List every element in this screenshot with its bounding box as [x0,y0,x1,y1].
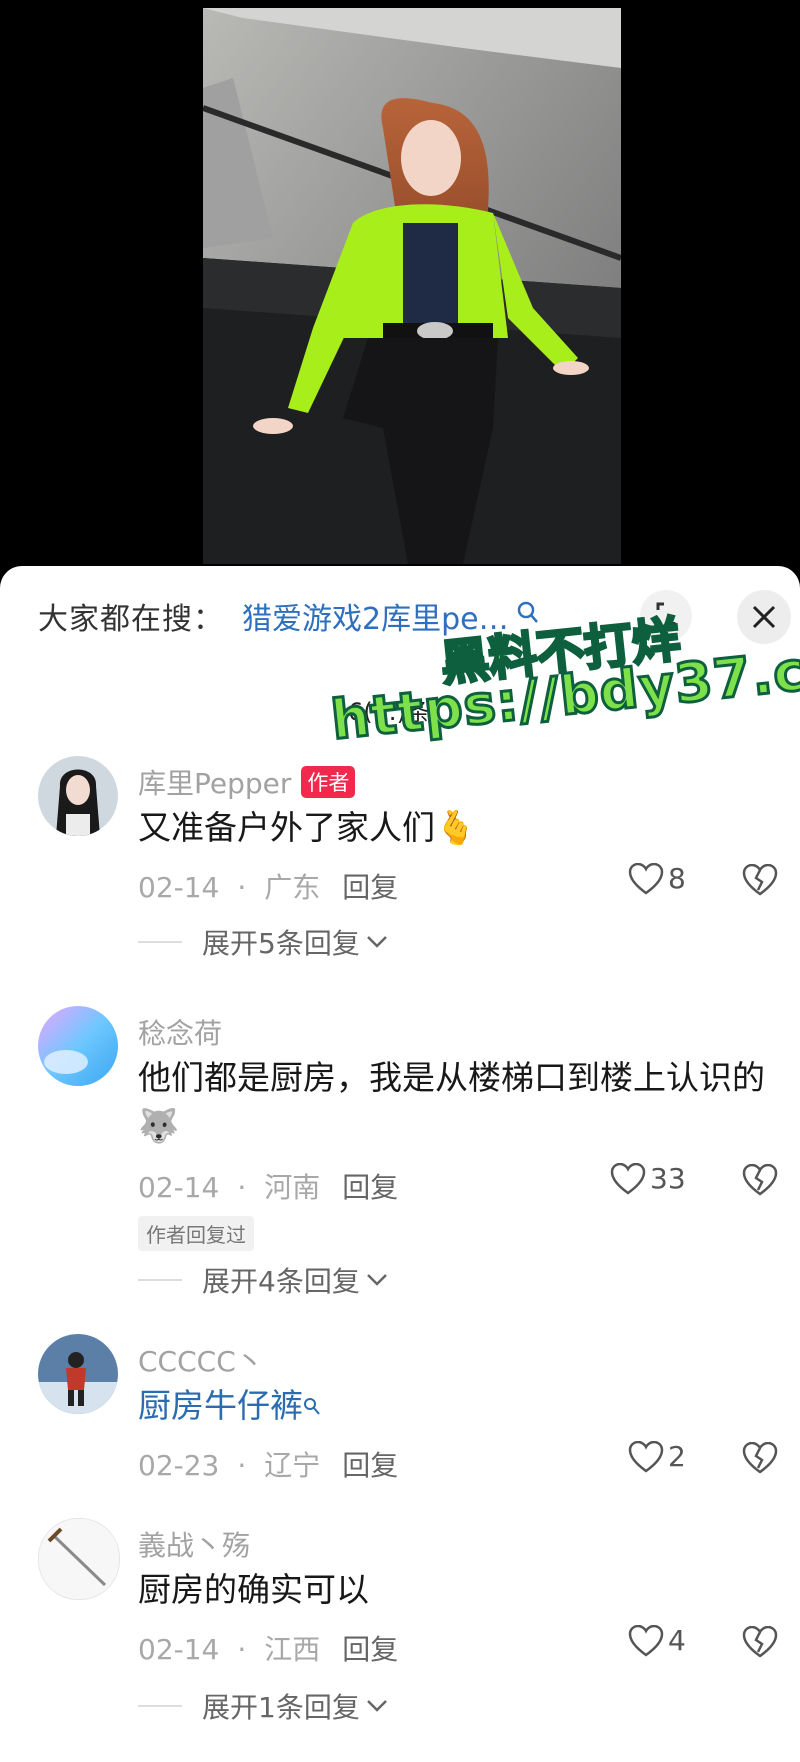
username-text[interactable]: 库里Pepper [138,767,291,800]
reply-button[interactable]: 回复 [342,1633,398,1666]
search-icon [304,1398,320,1415]
comment-location: 河南 [264,1171,321,1204]
expand-replies-label: 展开5条回复 [202,927,360,960]
like-button[interactable]: 8 [628,862,686,895]
comment-text[interactable]: 又准备户外了家人们🫰 [138,804,768,852]
reply-button[interactable]: 回复 [342,1449,398,1482]
trending-search-label: 大家都在搜： [38,602,224,637]
video-player[interactable] [0,0,800,570]
chevron-down-icon [366,1700,387,1712]
dislike-button[interactable] [742,1441,778,1478]
expand-replies[interactable]: 展开5条回复 [138,922,388,962]
broken-heart-icon [742,863,778,896]
like-button[interactable]: 33 [610,1162,686,1195]
watermark: 黑料不打烊 https://bdy37.co [327,602,800,753]
author-badge: 作者 [301,766,356,798]
comment-location: 江西 [264,1633,321,1666]
broken-heart-icon [742,1163,778,1196]
avatar[interactable] [38,756,118,836]
comment-text[interactable]: 厨房牛仔裤 [138,1382,768,1430]
author-replied-badge: 作者回复过 [138,1216,254,1251]
comment-date: 02-14 [138,871,220,904]
expand-replies-label: 展开4条回复 [202,1265,360,1298]
heart-icon [628,1624,664,1657]
video-frame-illustration [203,8,621,564]
comment-meta: 02-14 · 河南 回复 [138,1171,399,1204]
comment-username[interactable]: CCCCC丶 [138,1340,264,1380]
expand-replies-label: 展开1条回复 [202,1691,360,1724]
heart-icon [628,1440,664,1473]
comment-meta: 02-14 · 广东 回复 [138,871,399,904]
comment-sheet: 大家都在搜： 猎爱游戏2库里pe… 6(…)条 黑料不打烊 https://bd… [0,566,800,1762]
username-text[interactable]: CCCCC丶 [138,1345,264,1378]
dislike-button[interactable] [742,1163,778,1200]
comment-location: 广东 [264,871,321,904]
broken-heart-icon [742,1441,778,1474]
reply-button[interactable]: 回复 [342,1171,398,1204]
avatar[interactable] [38,1006,118,1086]
like-count: 4 [668,1624,686,1657]
like-count: 2 [668,1440,686,1473]
comment-date: 02-14 [138,1633,220,1666]
comment-date: 02-14 [138,1171,220,1204]
username-text[interactable]: 稔念荷 [138,1017,222,1050]
username-text[interactable]: 義战丶殇 [138,1529,250,1562]
broken-heart-icon [742,1625,778,1658]
heart-icon [628,862,664,895]
avatar[interactable] [38,1518,120,1600]
dislike-button[interactable] [742,863,778,900]
comment-location: 辽宁 [264,1449,321,1482]
comment-username[interactable]: 義战丶殇 [138,1524,250,1564]
heart-icon [610,1162,646,1195]
like-count: 8 [668,862,686,895]
avatar[interactable] [38,1334,118,1414]
video-frame [203,8,621,564]
comment-meta: 02-14 · 江西 回复 [138,1633,399,1666]
chevron-down-icon [366,936,387,948]
like-button[interactable]: 2 [628,1440,686,1473]
like-button[interactable]: 4 [628,1624,686,1657]
comment-date: 02-23 [138,1449,220,1482]
expand-replies[interactable]: 展开4条回复 [138,1260,388,1300]
comment-text[interactable]: 他们都是厨房，我是从楼梯口到楼上认识的🐺 [138,1054,768,1150]
reply-button[interactable]: 回复 [342,871,398,904]
comment-search-link[interactable]: 厨房牛仔裤 [138,1386,303,1425]
like-count: 33 [650,1162,686,1195]
comment-username[interactable]: 稔念荷 [138,1012,222,1052]
comment-meta: 02-23 · 辽宁 回复 [138,1449,399,1482]
chevron-down-icon [366,1274,387,1286]
dislike-button[interactable] [742,1625,778,1662]
expand-replies[interactable]: 展开1条回复 [138,1686,388,1726]
comment-username[interactable]: 库里Pepper 作者 [138,762,356,802]
comment-text[interactable]: 厨房的确实可以 [138,1566,768,1614]
